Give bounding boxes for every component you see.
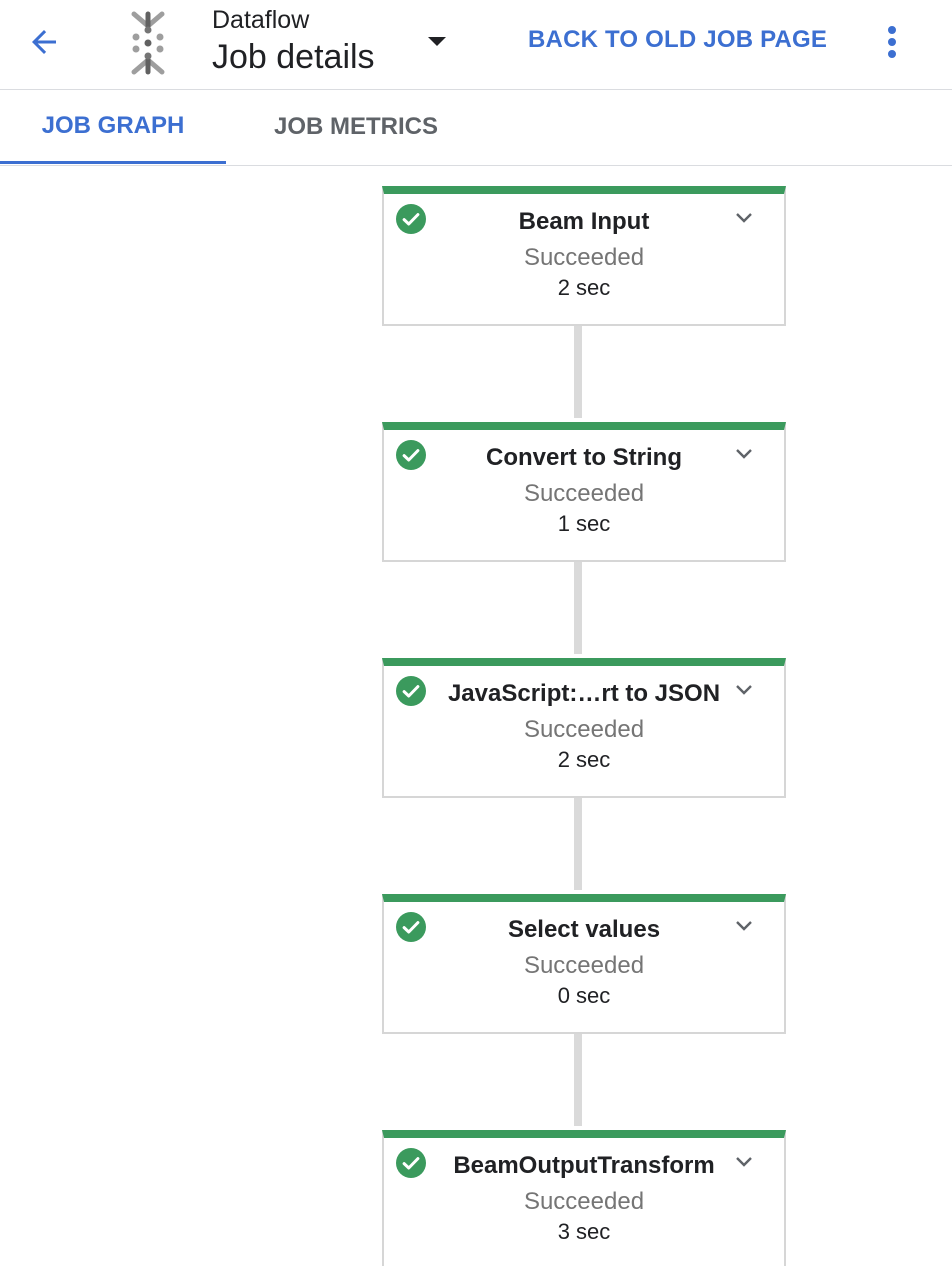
node-name: BeamOutputTransform bbox=[453, 1152, 715, 1179]
chevron-down-icon bbox=[736, 1157, 752, 1167]
graph-node-beam-input[interactable]: Beam Input Succeeded 2 sec bbox=[382, 186, 786, 326]
expand-node-button[interactable] bbox=[732, 442, 756, 466]
graph-edge bbox=[574, 560, 582, 654]
node-duration: 2 sec bbox=[557, 747, 611, 772]
back-to-old-job-page-link[interactable]: BACK TO OLD JOB PAGE bbox=[528, 26, 827, 54]
more-options-button[interactable] bbox=[872, 20, 912, 64]
check-circle-icon bbox=[396, 204, 426, 234]
check-circle-icon bbox=[396, 676, 426, 706]
page-title: Job details bbox=[212, 38, 375, 76]
job-dropdown-button[interactable] bbox=[422, 30, 452, 54]
graph-edge bbox=[574, 796, 582, 890]
graph-node-javascript-to-json[interactable]: JavaScript:…rt to JSON Succeeded 2 sec bbox=[382, 658, 786, 798]
tab-job-metrics[interactable]: JOB METRICS bbox=[246, 90, 466, 164]
chevron-down-icon bbox=[736, 213, 752, 223]
graph-node-beam-output-transform[interactable]: BeamOutputTransform Succeeded 3 sec bbox=[382, 1130, 786, 1266]
check-circle-icon bbox=[396, 1148, 426, 1178]
tab-bar: JOB GRAPH JOB METRICS bbox=[0, 90, 952, 166]
node-name: Beam Input bbox=[518, 208, 650, 235]
node-status: Succeeded bbox=[523, 716, 645, 743]
check-circle-icon bbox=[396, 912, 426, 942]
arrow-back-icon bbox=[32, 30, 56, 54]
title-block: Dataflow Job details bbox=[212, 4, 375, 78]
tab-job-graph[interactable]: JOB GRAPH bbox=[0, 90, 226, 164]
app-header: Dataflow Job details BACK TO OLD JOB PAG… bbox=[0, 0, 952, 90]
expand-node-button[interactable] bbox=[732, 914, 756, 938]
check-circle-icon bbox=[396, 440, 426, 470]
graph-node-convert-to-string[interactable]: Convert to String Succeeded 1 sec bbox=[382, 422, 786, 562]
node-duration: 3 sec bbox=[557, 1219, 611, 1244]
node-name: Select values bbox=[507, 916, 661, 943]
node-duration: 0 sec bbox=[557, 983, 611, 1008]
node-status: Succeeded bbox=[523, 1188, 645, 1215]
arrow-drop-down-icon bbox=[428, 37, 446, 46]
job-graph-canvas[interactable]: Beam Input Succeeded 2 sec Convert to St… bbox=[0, 166, 952, 1266]
node-status: Succeeded bbox=[523, 480, 645, 507]
expand-node-button[interactable] bbox=[732, 206, 756, 230]
chevron-down-icon bbox=[736, 685, 752, 695]
node-name: Convert to String bbox=[486, 444, 682, 471]
chevron-down-icon bbox=[736, 449, 752, 459]
dataflow-logo-icon bbox=[120, 10, 176, 76]
graph-node-select-values[interactable]: Select values Succeeded 0 sec bbox=[382, 894, 786, 1034]
graph-edge bbox=[574, 324, 582, 418]
node-status: Succeeded bbox=[523, 244, 645, 271]
node-duration: 2 sec bbox=[557, 275, 611, 300]
expand-node-button[interactable] bbox=[732, 1150, 756, 1174]
graph-edge bbox=[574, 1032, 582, 1126]
back-button[interactable] bbox=[22, 22, 66, 62]
expand-node-button[interactable] bbox=[732, 678, 756, 702]
chevron-down-icon bbox=[736, 921, 752, 931]
node-duration: 1 sec bbox=[557, 511, 611, 536]
node-name: JavaScript:…rt to JSON bbox=[447, 680, 721, 707]
more-vert-icon bbox=[888, 26, 896, 58]
product-name: Dataflow bbox=[212, 6, 310, 34]
node-status: Succeeded bbox=[523, 952, 645, 979]
